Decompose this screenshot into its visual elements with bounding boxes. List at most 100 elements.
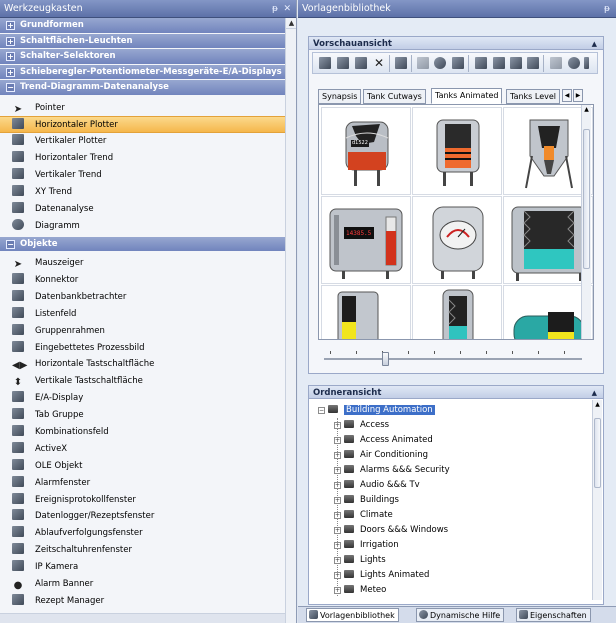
tool-diagramm[interactable]: Diagramm <box>0 218 296 235</box>
tab-dynamische-hilfe[interactable]: Dynamische Hilfe <box>416 608 505 622</box>
details-view-icon[interactable] <box>510 57 522 69</box>
tree-item[interactable]: + Buildings <box>334 495 399 510</box>
tree-item[interactable]: + Alarms &&& Security <box>334 465 450 480</box>
tank-thumbnail[interactable] <box>503 107 593 195</box>
scrollbar-thumb[interactable] <box>583 129 590 269</box>
tree-item[interactable]: + Lights Animated <box>334 570 429 585</box>
category-trend[interactable]: − Trend-Diagramm-Datenanalyse <box>0 80 296 96</box>
expand-icon[interactable]: + <box>334 452 341 459</box>
scrollbar-thumb[interactable] <box>594 418 601 488</box>
delete-icon[interactable]: ✕ <box>373 57 385 69</box>
expand-icon[interactable]: + <box>334 467 341 474</box>
tool-ole-objekt[interactable]: OLE Objekt <box>0 458 296 475</box>
tool-ea-display[interactable]: E/A-Display <box>0 390 296 407</box>
globe-icon[interactable] <box>568 57 580 69</box>
properties-icon[interactable] <box>395 57 407 69</box>
tab-eigenschaften[interactable]: Eigenschaften <box>516 608 591 622</box>
export-icon[interactable] <box>337 57 349 69</box>
tab-tank-cutways[interactable]: Tank Cutways <box>363 89 426 104</box>
tool-ip-kamera[interactable]: IP Kamera <box>0 559 296 576</box>
tree-item[interactable]: + Lights <box>334 555 386 570</box>
tool-listenfeld[interactable]: Listenfeld <box>0 306 296 323</box>
expand-icon[interactable]: + <box>334 497 341 504</box>
gallery-scrollbar[interactable]: ▲ <box>581 105 591 339</box>
tool-ablaufverfolgung[interactable]: Ablaufverfolgungsfenster <box>0 525 296 542</box>
window-icon[interactable] <box>527 57 539 69</box>
tool-ereignisprotokollfenster[interactable]: Ereignisprotokollfenster <box>0 492 296 509</box>
category-schieberegler[interactable]: + Schieberegler-Potentiometer-Messgeräte-… <box>0 64 296 80</box>
expand-icon[interactable]: + <box>334 572 341 579</box>
lock-icon[interactable] <box>550 57 562 69</box>
tank-thumbnail[interactable]: d1522 <box>321 107 411 195</box>
tool-eingebettetes-prozessbild[interactable]: Eingebettetes Prozessbild <box>0 340 296 357</box>
scroll-up-icon[interactable]: ▲ <box>286 18 296 29</box>
expand-icon[interactable]: + <box>6 52 15 61</box>
tank-thumbnail[interactable] <box>321 285 411 339</box>
tool-vertikaler-plotter[interactable]: Vertikaler Plotter <box>0 133 296 150</box>
expand-icon[interactable]: + <box>6 67 15 77</box>
collapse-arrow-icon[interactable]: ▲ <box>592 37 597 51</box>
tool-zeitschaltuhren[interactable]: Zeitschaltuhrenfenster <box>0 542 296 559</box>
tool-horizontaler-plotter[interactable]: Horizontaler Plotter <box>0 116 296 134</box>
tool-pointer[interactable]: ➤ Pointer <box>0 100 296 117</box>
import-icon[interactable] <box>319 57 331 69</box>
tree-root-node[interactable]: − Building Automation <box>318 405 435 418</box>
expand-icon[interactable]: + <box>334 527 341 534</box>
tool-gruppenrahmen[interactable]: Gruppenrahmen <box>0 323 296 340</box>
tab-tanks-level[interactable]: Tanks Level <box>506 89 560 104</box>
tab-vorlagenbibliothek[interactable]: Vorlagenbibliothek <box>306 608 399 622</box>
tool-vertikale-tastschaltflaeche[interactable]: ⬍ Vertikale Tastschaltfläche <box>0 373 296 390</box>
tool-rezept-manager[interactable]: Rezept Manager <box>0 593 296 610</box>
close-icon[interactable]: ✕ <box>283 0 291 18</box>
tank-thumbnail[interactable] <box>412 285 502 339</box>
list-view-icon[interactable] <box>493 57 505 69</box>
tool-tab-gruppe[interactable]: Tab Gruppe <box>0 407 296 424</box>
expand-icon[interactable]: + <box>334 587 341 594</box>
tool-alarmfenster[interactable]: Alarmfenster <box>0 475 296 492</box>
tool-alarm-banner[interactable]: ● Alarm Banner <box>0 576 296 593</box>
toolbox-scrollbar[interactable]: ▲ <box>285 18 296 623</box>
expand-icon[interactable]: + <box>334 557 341 564</box>
tool-datenlogger[interactable]: Datenlogger/Rezeptsfenster <box>0 508 296 525</box>
refresh-icon[interactable] <box>434 57 446 69</box>
tool-xy-trend[interactable]: XY Trend <box>0 184 296 201</box>
expand-icon[interactable]: + <box>6 21 15 30</box>
category-schaltflaechen[interactable]: + Schaltflächen-Leuchten <box>0 33 296 49</box>
tree-item[interactable]: + Access Animated <box>334 435 433 450</box>
tab-scroll-left-icon[interactable]: ◀ <box>562 89 572 102</box>
tool-horizontale-tastschaltflaeche[interactable]: ◀▶ Horizontale Tastschaltfläche <box>0 356 296 373</box>
pin-icon[interactable]: ᵽ <box>272 0 278 18</box>
tab-tanks-animated[interactable]: Tanks Animated <box>431 88 503 104</box>
scroll-up-icon[interactable]: ▲ <box>593 400 602 410</box>
collapse-icon[interactable]: − <box>6 239 15 249</box>
tab-synapsis[interactable]: Synapsis <box>318 89 362 104</box>
tree-item[interactable]: + Doors &&& Windows <box>334 525 448 540</box>
tool-datenbankbetrachter[interactable]: Datenbankbetrachter <box>0 289 296 306</box>
tree-item[interactable]: + Climate <box>334 510 393 525</box>
tree-item[interactable]: + Access <box>334 420 389 435</box>
tank-thumbnail[interactable] <box>503 285 593 339</box>
toolbar-overflow-icon[interactable] <box>584 57 589 69</box>
category-grundformen[interactable]: + Grundformen <box>0 18 296 34</box>
collapse-icon[interactable]: − <box>6 83 15 92</box>
expand-icon[interactable]: + <box>334 512 341 519</box>
tool-horizontaler-trend[interactable]: Horizontaler Trend <box>0 150 296 167</box>
tank-thumbnail[interactable]: 14385.5 <box>321 196 411 284</box>
preview-section-header[interactable]: Vorschauansicht ▲ <box>308 36 604 50</box>
tool-kombinationsfeld[interactable]: Kombinationsfeld <box>0 424 296 441</box>
tool-activex[interactable]: ActiveX <box>0 441 296 458</box>
tank-thumbnail[interactable] <box>412 196 502 284</box>
tank-thumbnail[interactable] <box>503 196 593 284</box>
thumbnail-size-slider[interactable] <box>320 346 586 370</box>
tree-item[interactable]: + Air Conditioning <box>334 450 428 465</box>
collapse-icon[interactable]: − <box>318 407 325 414</box>
expand-icon[interactable]: + <box>334 542 341 549</box>
tree-item[interactable]: + Audio &&& Tv <box>334 480 420 495</box>
expand-icon[interactable]: + <box>334 437 341 444</box>
slider-thumb[interactable] <box>382 352 389 366</box>
scroll-up-icon[interactable]: ▲ <box>582 105 591 115</box>
tree-item[interactable]: + Meteo <box>334 585 386 600</box>
collapse-arrow-icon[interactable]: ▲ <box>592 386 597 400</box>
category-schalter[interactable]: + Schalter-Selektoren <box>0 49 296 65</box>
folder-section-header[interactable]: Ordneransicht ▲ <box>308 385 604 399</box>
